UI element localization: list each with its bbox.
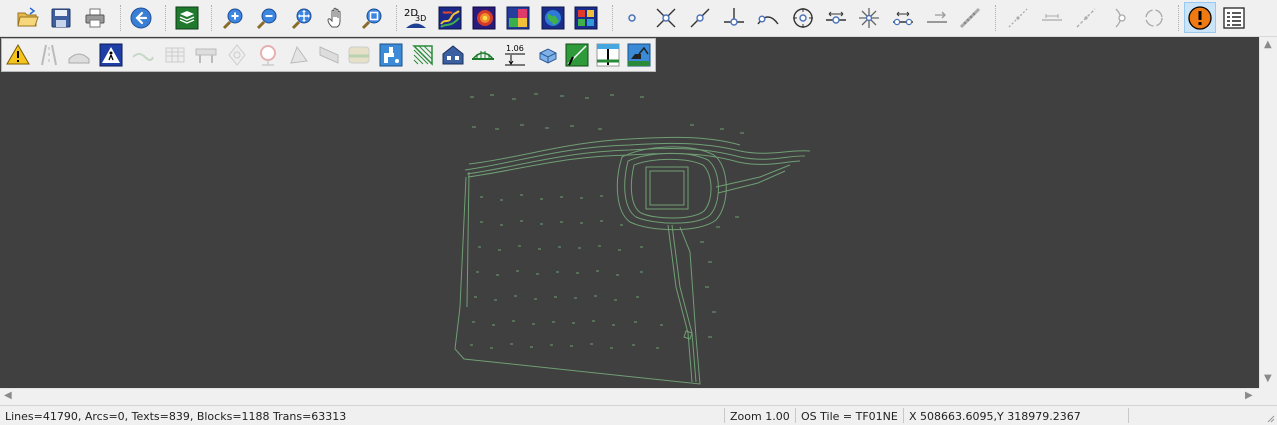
scroll-down-icon[interactable]: ▼ xyxy=(1264,374,1272,384)
status-divider xyxy=(795,408,796,423)
site-boundary xyxy=(454,176,701,385)
toolbar-separator xyxy=(612,5,614,31)
excavator-icon[interactable] xyxy=(626,42,652,68)
water-tap-icon[interactable] xyxy=(378,42,404,68)
survey-drawing xyxy=(454,93,811,385)
svg-text:3D: 3D xyxy=(415,14,426,23)
cursor-coordinates: X 508663.6095,Y 318979.2367 xyxy=(909,410,1081,423)
speed-sign-icon[interactable] xyxy=(255,42,281,68)
snap-divide-icon[interactable] xyxy=(889,4,917,32)
snap-distance-icon[interactable] xyxy=(923,4,951,32)
building-outline xyxy=(645,166,689,210)
snap-point-icon[interactable] xyxy=(618,4,646,32)
entity-counts: Lines=41790, Arcs=0, Texts=839, Blocks=1… xyxy=(5,410,347,423)
snap-midpoint-icon[interactable] xyxy=(822,4,850,32)
pan-hand-icon[interactable] xyxy=(322,4,350,32)
fence-icon[interactable] xyxy=(162,42,188,68)
drawing-canvas[interactable] xyxy=(0,37,1259,388)
gradient-icon[interactable] xyxy=(564,42,590,68)
warning-alert-icon[interactable] xyxy=(1184,2,1216,33)
toolbar-separator xyxy=(165,5,167,31)
point-cloud-icon[interactable] xyxy=(572,4,600,32)
wall-icon[interactable] xyxy=(316,42,342,68)
kerb-icon[interactable] xyxy=(66,42,92,68)
snap-along-icon[interactable] xyxy=(956,4,984,32)
back-arrow-icon[interactable] xyxy=(127,4,155,32)
2d-3d-view-icon[interactable]: 2D 3D xyxy=(402,4,430,32)
contour-surface-icon[interactable] xyxy=(470,4,498,32)
section-icon[interactable] xyxy=(595,42,621,68)
manhole-icon[interactable] xyxy=(224,42,250,68)
print-icon[interactable] xyxy=(81,4,109,32)
building-icon[interactable] xyxy=(440,42,466,68)
status-divider xyxy=(903,408,904,423)
globe-icon[interactable] xyxy=(539,4,567,32)
drainage-icon[interactable] xyxy=(130,42,156,68)
layers-icon[interactable] xyxy=(173,4,201,32)
snap-offset-icon[interactable] xyxy=(1038,4,1066,32)
snap-line-icon[interactable] xyxy=(1004,4,1032,32)
road-marking-icon[interactable] xyxy=(36,42,62,68)
snap-tangent-icon[interactable] xyxy=(754,4,782,32)
snap-circle-icon[interactable] xyxy=(1106,4,1134,32)
snap-centre-icon[interactable] xyxy=(789,4,817,32)
zoom-window-icon[interactable] xyxy=(358,4,386,32)
zoom-level: Zoom 1.00 xyxy=(730,410,790,423)
bridge-icon[interactable] xyxy=(470,42,496,68)
status-divider xyxy=(1128,408,1129,423)
hedge-icon[interactable] xyxy=(346,42,372,68)
main-toolbar: 2D 3D xyxy=(0,0,1277,37)
status-bar: Lines=41790, Arcs=0, Texts=839, Blocks=1… xyxy=(0,405,1277,425)
hatch-area-icon[interactable] xyxy=(410,42,436,68)
svg-text:1.06: 1.06 xyxy=(506,44,524,53)
resize-grip-icon[interactable] xyxy=(1265,413,1275,423)
zoom-out-icon[interactable] xyxy=(253,4,281,32)
level-marker-icon[interactable]: 1.06 xyxy=(502,42,528,68)
os-tile: OS Tile = TF01NE xyxy=(801,410,898,423)
zoom-in-icon[interactable] xyxy=(219,4,247,32)
toolbar-separator xyxy=(995,5,997,31)
feature-codes-toolbar: 1.06 xyxy=(1,38,656,72)
terrain-surface-icon[interactable] xyxy=(436,4,464,32)
snap-arc-centre-icon[interactable] xyxy=(1140,4,1168,32)
snap-extension-icon[interactable] xyxy=(1072,4,1100,32)
warning-sign-icon[interactable] xyxy=(5,42,31,68)
properties-list-icon[interactable] xyxy=(1220,4,1248,32)
tree-icon[interactable] xyxy=(286,42,312,68)
barrier-icon[interactable] xyxy=(193,42,219,68)
status-divider xyxy=(724,408,725,423)
zoom-extents-icon[interactable] xyxy=(288,4,316,32)
scroll-up-icon[interactable]: ▲ xyxy=(1264,40,1272,50)
toolbar-separator xyxy=(120,5,122,31)
toolbar-separator xyxy=(396,5,398,31)
vertical-scrollbar[interactable]: ▲ ▼ xyxy=(1259,37,1277,388)
toolbar-separator xyxy=(211,5,213,31)
toolbar-separator xyxy=(1178,5,1180,31)
pedestrian-crossing-icon[interactable] xyxy=(98,42,124,68)
save-disk-icon[interactable] xyxy=(47,4,75,32)
horizontal-scrollbar[interactable]: ◀ ▶ xyxy=(0,388,1259,405)
road-line xyxy=(464,142,811,171)
snap-intersection-icon[interactable] xyxy=(652,4,680,32)
scroll-left-icon[interactable]: ◀ xyxy=(4,391,12,401)
slope-map-icon[interactable] xyxy=(504,4,532,32)
tank-icon[interactable] xyxy=(535,42,561,68)
scroll-right-icon[interactable]: ▶ xyxy=(1245,391,1253,401)
spot-levels xyxy=(470,93,744,349)
scrollbar-corner xyxy=(1259,388,1277,405)
snap-node-icon[interactable] xyxy=(855,4,883,32)
open-folder-icon[interactable] xyxy=(14,4,42,32)
snap-perpendicular-icon[interactable] xyxy=(720,4,748,32)
snap-nearest-icon[interactable] xyxy=(686,4,714,32)
